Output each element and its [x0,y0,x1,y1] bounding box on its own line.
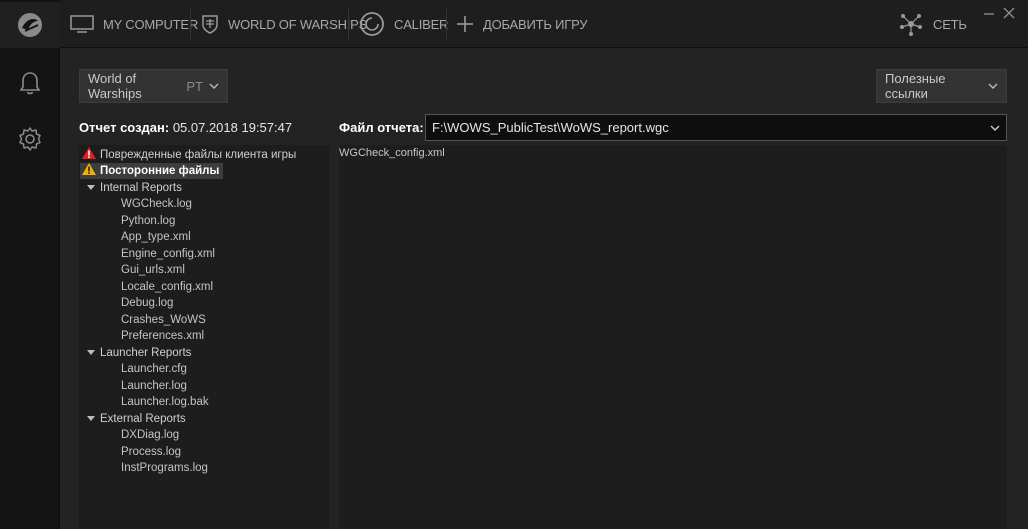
tab-label: СЕТЬ [933,16,967,32]
caliber-icon [359,11,385,37]
tree-group-launcher-reports[interactable]: Launcher Reports [86,345,191,361]
monitor-icon [70,15,94,33]
report-created-label: Отчет создан: [79,120,170,135]
tree-group-external-reports[interactable]: External Reports [86,411,186,427]
tree-file-item[interactable]: Engine_config.xml [121,246,215,262]
report-created-value: 05.07.2018 19:57:47 [172,120,293,135]
top-bar: MY COMPUTER WORLD OF WARSHIPS CALIBER ДО… [60,0,1028,48]
tree-file-item[interactable]: Debug.log [121,295,173,311]
tree-file-item[interactable]: Launcher.log [121,378,187,394]
content-file-item[interactable]: WGCheck_config.xml [339,147,445,159]
report-created: Отчет создан: 05.07.2018 19:57:47 [79,120,292,135]
tree-item-label: Поврежденные файлы клиента игры [100,149,297,161]
expand-triangle-icon [86,345,96,361]
tree-item-label: Посторонние файлы [100,165,220,177]
minimize-icon[interactable] [982,6,996,20]
expand-triangle-icon [86,411,96,427]
report-file-value: F:\WOWS_PublicTest\WoWS_report.wgc [432,120,669,135]
report-file-select[interactable]: F:\WOWS_PublicTest\WoWS_report.wgc [425,114,1007,141]
game-select[interactable]: World of Warships PT [79,69,228,103]
bell-icon[interactable] [0,60,60,106]
warships-emblem-icon [201,13,219,35]
tree-group-label: Launcher Reports [100,347,192,359]
tree-item-foreign-files[interactable]: Посторонние файлы [80,162,224,180]
divider [348,8,349,40]
gear-icon[interactable] [0,116,60,162]
tree-file-item[interactable]: Gui_urls.xml [121,262,185,278]
tab-my-computer[interactable]: MY COMPUTER [70,0,198,48]
network-button[interactable]: СЕТЬ [898,0,967,48]
left-rail [0,0,60,529]
file-content-pane[interactable]: WGCheck_config.xml [339,145,1007,529]
tree-file-item[interactable]: Locale_config.xml [121,279,213,295]
tree-file-item[interactable]: WGCheck.log [121,196,192,212]
add-game-button[interactable]: ДОБАВИТЬ ИГРУ [456,0,588,48]
useful-links-select[interactable]: Полезные ссылки [876,69,1007,103]
tab-label: ДОБАВИТЬ ИГРУ [483,16,588,32]
tab-label: MY COMPUTER [103,16,199,32]
tree-item-corrupted-files[interactable]: Поврежденные файлы клиента игры [82,146,297,164]
chevron-down-icon [988,81,998,91]
error-icon [82,146,96,164]
tree-group-label: Internal Reports [100,182,182,194]
report-tree: Поврежденные файлы клиента игры Посторон… [79,145,329,529]
chevron-down-icon [209,81,219,91]
tree-group-internal-reports[interactable]: Internal Reports [86,180,182,196]
tree-file-item[interactable]: InstPrograms.log [121,460,208,476]
divider [190,8,191,40]
report-file-label: Файл отчета: [339,120,424,135]
tree-file-item[interactable]: App_type.xml [121,229,191,245]
tree-file-item[interactable]: Launcher.cfg [121,361,187,377]
tab-label: CALIBER [394,16,449,32]
close-icon[interactable] [1002,6,1016,20]
wargaming-logo-icon[interactable] [0,2,60,48]
chevron-down-icon [990,123,1000,133]
divider [446,8,447,40]
tab-label: WORLD OF WARSHIPS [228,16,368,32]
tree-group-label: External Reports [100,413,186,425]
tree-file-item[interactable]: Process.log [121,444,181,460]
tree-file-item[interactable]: DXDiag.log [121,427,179,443]
game-select-region: PT [186,78,203,94]
network-icon [898,11,924,37]
plus-icon [456,15,474,33]
game-select-label: World of Warships [88,71,142,101]
tab-caliber[interactable]: CALIBER [359,0,448,48]
tab-world-of-warships[interactable]: WORLD OF WARSHIPS [201,0,367,48]
useful-links-label: Полезные ссылки [885,71,946,101]
warning-icon [80,162,96,180]
tree-file-item[interactable]: Crashes_WoWS [121,312,206,328]
expand-triangle-icon [86,180,96,196]
tree-file-item[interactable]: Launcher.log.bak [121,394,209,410]
tree-file-item[interactable]: Preferences.xml [121,328,204,344]
tree-file-item[interactable]: Python.log [121,213,175,229]
